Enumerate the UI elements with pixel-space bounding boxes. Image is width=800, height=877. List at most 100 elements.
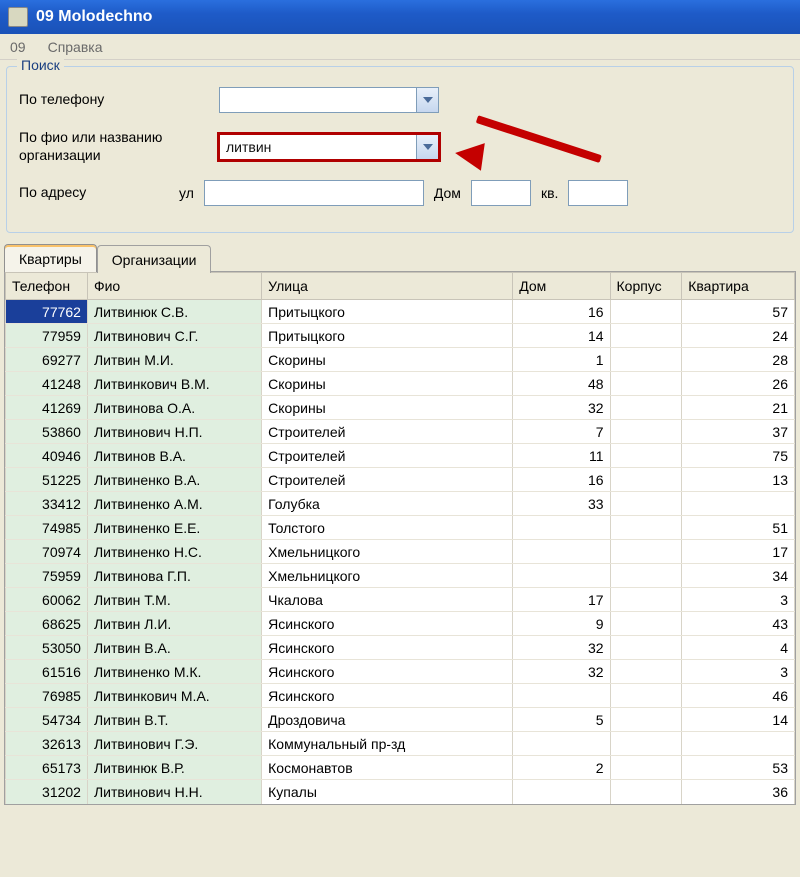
cell-korpus (610, 732, 682, 756)
cell-flat: 34 (682, 564, 795, 588)
fio-label: По фио или названию организации (19, 129, 219, 164)
cell-fio: Литвинюк С.В. (87, 300, 261, 324)
cell-fio: Литвинович С.Г. (87, 324, 261, 348)
table-row[interactable]: 54734Литвин В.Т.Дроздовича514 (6, 708, 795, 732)
col-telephone[interactable]: Телефон (6, 273, 88, 300)
col-korpus[interactable]: Корпус (610, 273, 682, 300)
table-row[interactable]: 77762Литвинюк С.В.Притыцкого1657 (6, 300, 795, 324)
street-input[interactable] (204, 180, 424, 206)
phone-dropdown-button[interactable] (416, 88, 438, 112)
menu-help[interactable]: Справка (44, 37, 107, 57)
cell-house: 32 (513, 660, 610, 684)
cell-telephone: 76985 (6, 684, 88, 708)
cell-telephone: 31202 (6, 780, 88, 804)
cell-telephone: 70974 (6, 540, 88, 564)
table-row[interactable]: 76985Литвинкович М.А.Ясинского46 (6, 684, 795, 708)
menu-09[interactable]: 09 (6, 37, 30, 57)
cell-telephone: 53860 (6, 420, 88, 444)
cell-fio: Литвинова Г.П. (87, 564, 261, 588)
house-input[interactable] (471, 180, 531, 206)
table-row[interactable]: 33412Литвиненко А.М.Голубка33 (6, 492, 795, 516)
cell-street: Ясинского (262, 636, 513, 660)
cell-telephone: 40946 (6, 444, 88, 468)
table-row[interactable]: 40946Литвинов В.А.Строителей1175 (6, 444, 795, 468)
cell-street: Скорины (262, 372, 513, 396)
cell-fio: Литвиненко М.К. (87, 660, 261, 684)
cell-street: Дроздовича (262, 708, 513, 732)
table-row[interactable]: 75959Литвинова Г.П.Хмельницкого34 (6, 564, 795, 588)
window-title: 09 Molodechno (36, 8, 152, 26)
phone-combo[interactable] (219, 87, 439, 113)
cell-telephone: 53050 (6, 636, 88, 660)
cell-house (513, 540, 610, 564)
table-row[interactable]: 65173Литвинюк В.Р.Космонавтов253 (6, 756, 795, 780)
cell-street: Голубка (262, 492, 513, 516)
table-row[interactable]: 68625Литвин Л.И.Ясинского943 (6, 612, 795, 636)
cell-korpus (610, 540, 682, 564)
tab-organizations[interactable]: Организации (97, 245, 212, 273)
tab-apartments[interactable]: Квартиры (4, 244, 97, 272)
house-input-field[interactable] (472, 181, 530, 205)
flat-input-field[interactable] (569, 181, 627, 205)
cell-fio: Литвинович Н.П. (87, 420, 261, 444)
cell-fio: Литвин В.Т. (87, 708, 261, 732)
col-street[interactable]: Улица (262, 273, 513, 300)
fio-dropdown-button[interactable] (416, 135, 438, 159)
results-table[interactable]: Телефон Фио Улица Дом Корпус Квартира 77… (5, 272, 795, 804)
cell-korpus (610, 708, 682, 732)
cell-telephone: 51225 (6, 468, 88, 492)
table-row[interactable]: 53860Литвинович Н.П.Строителей737 (6, 420, 795, 444)
fio-combo[interactable]: литвин (219, 134, 439, 160)
cell-street: Строителей (262, 444, 513, 468)
table-row[interactable]: 70974Литвиненко Н.С.Хмельницкого17 (6, 540, 795, 564)
cell-fio: Литвин Л.И. (87, 612, 261, 636)
cell-house (513, 780, 610, 804)
cell-korpus (610, 348, 682, 372)
table-row[interactable]: 69277Литвин М.И.Скорины128 (6, 348, 795, 372)
chevron-down-icon (423, 144, 433, 150)
cell-korpus (610, 636, 682, 660)
cell-telephone: 61516 (6, 660, 88, 684)
cell-flat: 51 (682, 516, 795, 540)
table-row[interactable]: 32613Литвинович Г.Э.Коммунальный пр-зд (6, 732, 795, 756)
app-icon (8, 7, 28, 27)
cell-telephone: 41269 (6, 396, 88, 420)
table-row[interactable]: 53050Литвин В.А.Ясинского324 (6, 636, 795, 660)
col-fio[interactable]: Фио (87, 273, 261, 300)
cell-flat: 13 (682, 468, 795, 492)
table-row[interactable]: 61516Литвиненко М.К.Ясинского323 (6, 660, 795, 684)
cell-street: Купалы (262, 780, 513, 804)
cell-house: 17 (513, 588, 610, 612)
col-house[interactable]: Дом (513, 273, 610, 300)
cell-house: 32 (513, 636, 610, 660)
table-row[interactable]: 41248Литвинкович В.М.Скорины4826 (6, 372, 795, 396)
cell-house (513, 732, 610, 756)
cell-fio: Литвинова О.А. (87, 396, 261, 420)
cell-flat: 43 (682, 612, 795, 636)
table-row[interactable]: 51225Литвиненко В.А.Строителей1613 (6, 468, 795, 492)
cell-flat: 75 (682, 444, 795, 468)
table-row[interactable]: 60062Литвин Т.М.Чкалова173 (6, 588, 795, 612)
cell-house: 7 (513, 420, 610, 444)
addr-label: По адресу (19, 184, 169, 202)
table-row[interactable]: 41269Литвинова О.А.Скорины3221 (6, 396, 795, 420)
table-row[interactable]: 74985Литвиненко Е.Е.Толстого51 (6, 516, 795, 540)
cell-street: Хмельницкого (262, 540, 513, 564)
cell-house: 2 (513, 756, 610, 780)
cell-telephone: 69277 (6, 348, 88, 372)
flat-input[interactable] (568, 180, 628, 206)
cell-telephone: 74985 (6, 516, 88, 540)
cell-flat: 4 (682, 636, 795, 660)
fio-value[interactable]: литвин (220, 139, 416, 155)
cell-telephone: 77762 (6, 300, 88, 324)
street-input-field[interactable] (205, 181, 423, 205)
col-flat[interactable]: Квартира (682, 273, 795, 300)
table-row[interactable]: 31202Литвинович Н.Н.Купалы36 (6, 780, 795, 804)
cell-street: Ясинского (262, 684, 513, 708)
table-row[interactable]: 77959Литвинович С.Г.Притыцкого1424 (6, 324, 795, 348)
cell-street: Строителей (262, 468, 513, 492)
cell-street: Хмельницкого (262, 564, 513, 588)
cell-house (513, 564, 610, 588)
cell-street: Притыцкого (262, 324, 513, 348)
cell-telephone: 60062 (6, 588, 88, 612)
